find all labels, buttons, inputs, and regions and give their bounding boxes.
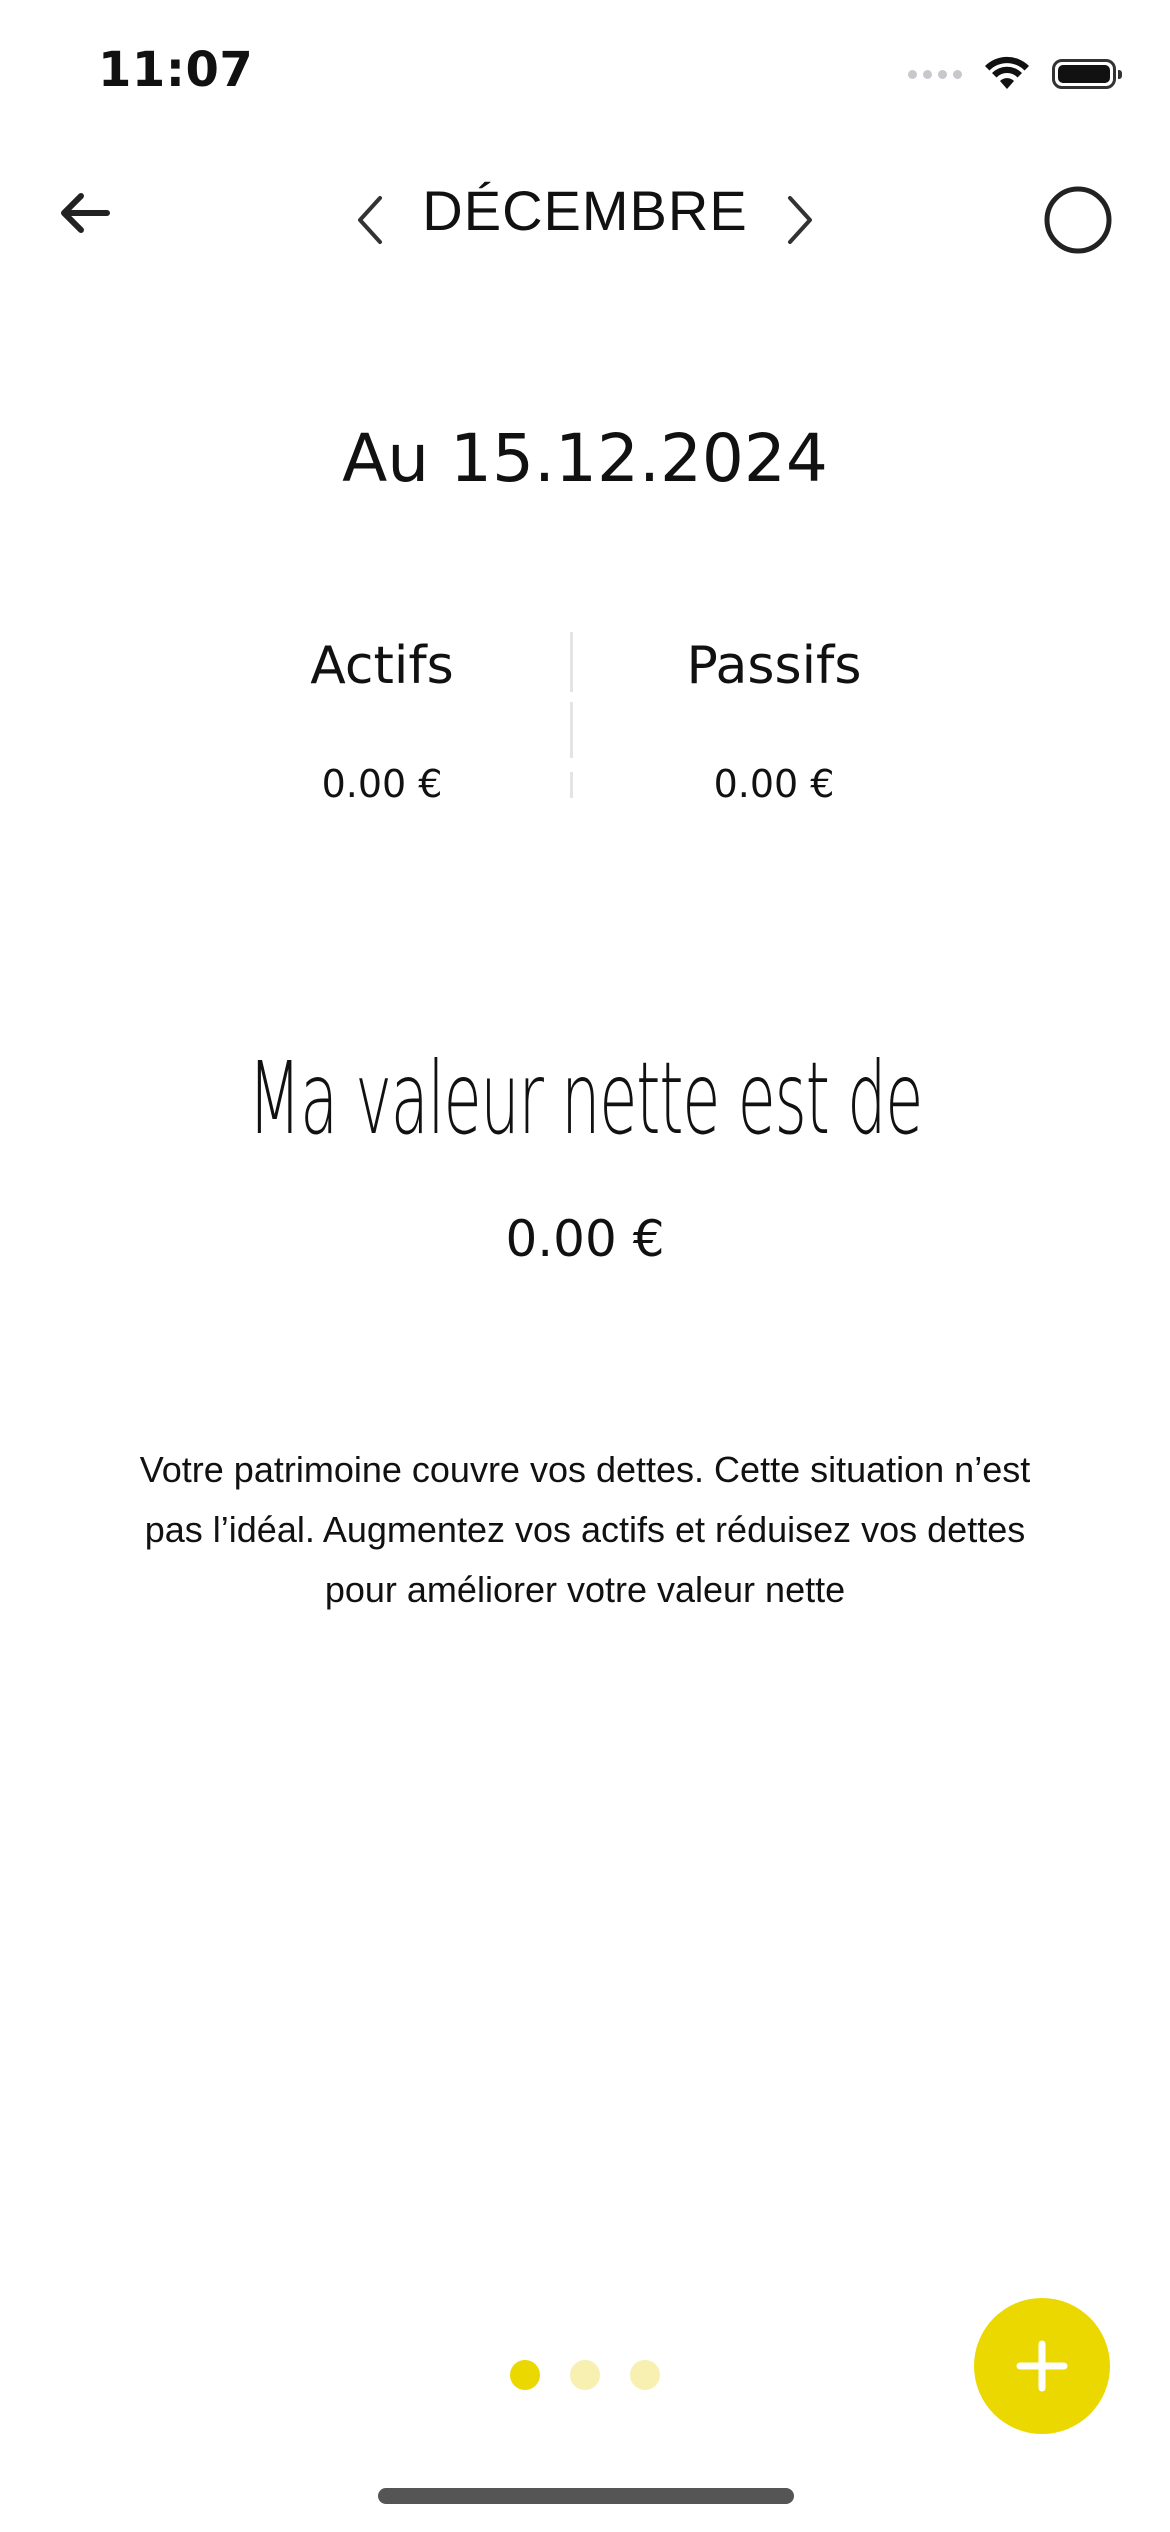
home-indicator: [378, 2488, 794, 2504]
add-button[interactable]: [974, 2298, 1110, 2434]
circle-button[interactable]: [1040, 182, 1116, 258]
page-dot[interactable]: [570, 2360, 600, 2390]
back-arrow-icon: [61, 193, 110, 233]
chevron-right-icon: [788, 196, 812, 244]
liabilities-value: 0.00 €: [713, 762, 835, 806]
status-time: 11:07: [98, 42, 254, 98]
back-button[interactable]: [50, 178, 120, 248]
wifi-icon: [985, 56, 1029, 89]
net-worth-value: 0.00 €: [505, 1210, 665, 1268]
page-dot-active[interactable]: [510, 2360, 540, 2390]
next-month-button[interactable]: [770, 185, 830, 255]
month-title: DÉCEMBRE: [422, 179, 748, 242]
page-dot[interactable]: [630, 2360, 660, 2390]
net-worth-message: Votre patrimoine couvre vos dettes. Cett…: [139, 1449, 1031, 1610]
column-divider: [570, 772, 573, 798]
assets-value: 0.00 €: [321, 762, 443, 806]
net-worth-heading: Ma valeur nette est de: [247, 1040, 924, 1157]
assets-label: Actifs: [310, 636, 454, 696]
status-icons: [908, 52, 1122, 96]
liabilities-label: Passifs: [686, 636, 862, 696]
chevron-left-icon: [358, 196, 382, 244]
plus-icon: [1016, 2340, 1068, 2392]
date-heading: Au 15.12.2024: [342, 420, 828, 497]
circle-icon: [1044, 186, 1112, 254]
column-divider: [570, 632, 573, 692]
battery-icon: [1052, 59, 1122, 89]
cellular-signal-icon: [908, 69, 962, 79]
column-divider: [570, 702, 573, 758]
